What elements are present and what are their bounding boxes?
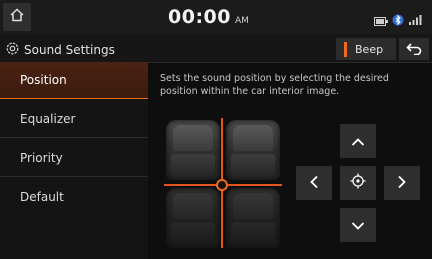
seat-rear-left (166, 188, 220, 248)
chevron-down-icon (351, 216, 365, 235)
center-position-button[interactable] (340, 166, 376, 200)
clock: 00:00 AM (168, 6, 249, 30)
back-arrow-icon (406, 40, 422, 59)
sidebar-item-position[interactable]: Position (0, 62, 148, 99)
chevron-right-icon (397, 174, 407, 193)
move-down-button[interactable] (340, 208, 376, 242)
status-icons (374, 11, 422, 30)
bluetooth-icon (392, 11, 404, 30)
clock-time: 00:00 (168, 6, 231, 28)
seat-rear-right (226, 188, 280, 248)
beep-label: Beep (355, 42, 384, 56)
battery-icon (374, 11, 388, 30)
signal-icon (408, 11, 422, 30)
sidebar-item-default[interactable]: Default (0, 179, 148, 216)
sidebar-item-label: Position (20, 73, 67, 87)
sidebar-item-equalizer[interactable]: Equalizer (0, 101, 148, 138)
title-group: Sound Settings (6, 40, 115, 59)
clock-ampm: AM (234, 16, 249, 26)
sidebar: Position Equalizer Priority Default (0, 62, 148, 259)
sidebar-item-label: Equalizer (20, 112, 76, 126)
target-icon (350, 173, 366, 193)
move-left-button[interactable] (296, 166, 332, 200)
sidebar-item-priority[interactable]: Priority (0, 140, 148, 177)
move-up-button[interactable] (340, 124, 376, 158)
seat-front-right (226, 120, 280, 180)
beep-button[interactable]: Beep (336, 38, 396, 60)
sidebar-item-label: Priority (20, 151, 63, 165)
sound-position-marker[interactable] (216, 179, 228, 191)
car-interior-image[interactable] (164, 118, 282, 248)
position-description: Sets the sound position by selecting the… (160, 73, 389, 97)
chevron-up-icon (351, 132, 365, 151)
home-icon (9, 7, 25, 27)
status-bar: 00:00 AM (0, 0, 432, 34)
home-button[interactable] (3, 3, 31, 31)
page-title: Sound Settings (24, 42, 115, 57)
move-right-button[interactable] (384, 166, 420, 200)
seat-front-left (166, 120, 220, 180)
beep-indicator (344, 41, 347, 57)
sidebar-item-label: Default (20, 190, 64, 204)
title-bar: Sound Settings Beep (0, 34, 432, 63)
chevron-left-icon (309, 174, 319, 193)
back-button[interactable] (399, 38, 429, 60)
gear-icon (6, 40, 19, 59)
